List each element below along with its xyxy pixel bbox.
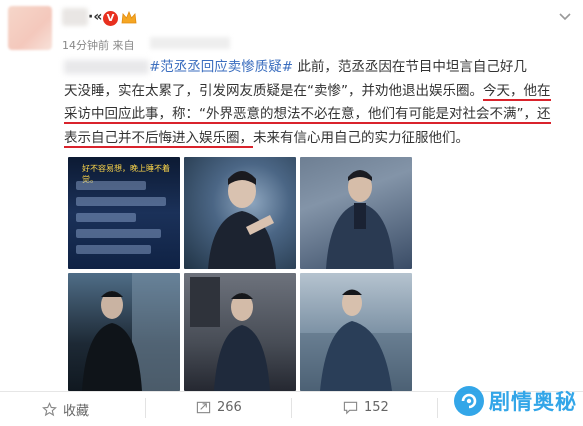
comment-count: 152 <box>364 400 389 415</box>
username-redacted[interactable] <box>62 8 88 26</box>
comment-button[interactable]: 152 <box>343 400 389 415</box>
photo-2[interactable] <box>184 157 296 269</box>
screenshot-row <box>76 197 166 206</box>
text-redacted <box>64 60 149 74</box>
crown-badge-icon <box>121 11 137 24</box>
comment-icon <box>343 401 358 415</box>
watermark-text: 剧情奥秘 <box>489 390 577 414</box>
watermark: 剧情奥秘 <box>454 386 577 416</box>
post-meta: 14分钟前 来自 <box>62 37 135 53</box>
person-silhouette <box>82 273 180 391</box>
photo-6[interactable] <box>300 273 412 391</box>
person-silhouette <box>190 277 270 391</box>
username[interactable]: ·« <box>88 9 102 25</box>
hashtag-link[interactable]: #范丞丞回应卖惨质疑# <box>149 59 293 75</box>
person-silhouette <box>300 289 412 391</box>
screenshot-row <box>76 213 136 222</box>
star-icon <box>42 402 57 417</box>
person-silhouette <box>208 171 276 269</box>
post-text: #范丞丞回应卖惨质疑# 此前，范丞丞因在节目中坦言自己好几 天没睡，实在太累了，… <box>64 56 574 150</box>
photo-1-screenshot[interactable]: 好不容易想，晚上睡不着觉。 <box>68 157 180 269</box>
photo-3[interactable] <box>300 157 412 269</box>
highlight-quote: 采访中回应此事，称：“外界恶意的想法不必在意， <box>64 106 368 124</box>
screenshot-row <box>76 245 151 254</box>
post-line-1: #范丞丞回应卖惨质疑# 此前，范丞丞因在节目中坦言自己好几 <box>64 56 574 80</box>
person-silhouette <box>326 170 394 269</box>
repost-icon <box>196 401 211 414</box>
screenshot-row <box>76 181 146 190</box>
highlight-today: 今天，他在 <box>483 82 551 101</box>
highlight-statement: 表示自己并不后悔进入娱乐圈， <box>64 129 253 148</box>
post-line-3: 采访中回应此事，称：“外界恶意的想法不必在意，他们有可能是对社会不满”，还 <box>64 103 574 127</box>
post-line-4: 表示自己并不后悔进入娱乐圈，未来有信心用自己的实力征服他们。 <box>64 129 469 148</box>
divider <box>145 398 146 418</box>
divider <box>291 398 292 418</box>
chevron-down-icon[interactable] <box>557 8 573 24</box>
screenshot-row <box>76 229 161 238</box>
brand-logo-icon <box>454 386 484 416</box>
timestamp[interactable]: 14分钟前 <box>62 39 109 52</box>
source-prefix: 来自 <box>112 39 135 52</box>
repost-count: 266 <box>217 400 242 415</box>
vip-badge-icon: V <box>103 11 118 26</box>
highlight-quote-2: 他们有可能是对社会不满”，还 <box>368 106 551 124</box>
divider <box>437 398 438 418</box>
photo-4[interactable] <box>68 273 180 391</box>
source-redacted <box>150 37 230 49</box>
favorite-label: 收藏 <box>63 404 90 419</box>
post-line-2: 天没睡，实在太累了，引发网友质疑是在“卖惨”，并劝他退出娱乐圈。今天，他在 <box>64 82 551 101</box>
repost-button[interactable]: 266 <box>196 400 242 415</box>
favorite-button[interactable]: 收藏 <box>42 400 89 419</box>
photo-5[interactable] <box>184 273 296 391</box>
avatar[interactable] <box>8 6 52 50</box>
